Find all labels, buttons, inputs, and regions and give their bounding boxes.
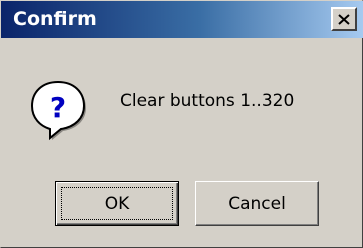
close-icon (338, 13, 350, 25)
close-button[interactable] (331, 7, 357, 31)
cancel-label: Cancel (228, 193, 286, 214)
question-icon: ? (29, 79, 87, 141)
confirm-dialog: Confirm ? Clear buttons 1..320 OK Cancel (0, 0, 363, 248)
title-bar[interactable]: Confirm (1, 1, 363, 38)
ok-label: OK (104, 193, 130, 214)
dialog-message: Clear buttons 1..320 (120, 91, 295, 111)
question-glyph: ? (50, 91, 66, 124)
cancel-button[interactable]: Cancel (195, 181, 319, 226)
ok-button[interactable]: OK (55, 181, 179, 226)
window-title: Confirm (13, 8, 97, 30)
